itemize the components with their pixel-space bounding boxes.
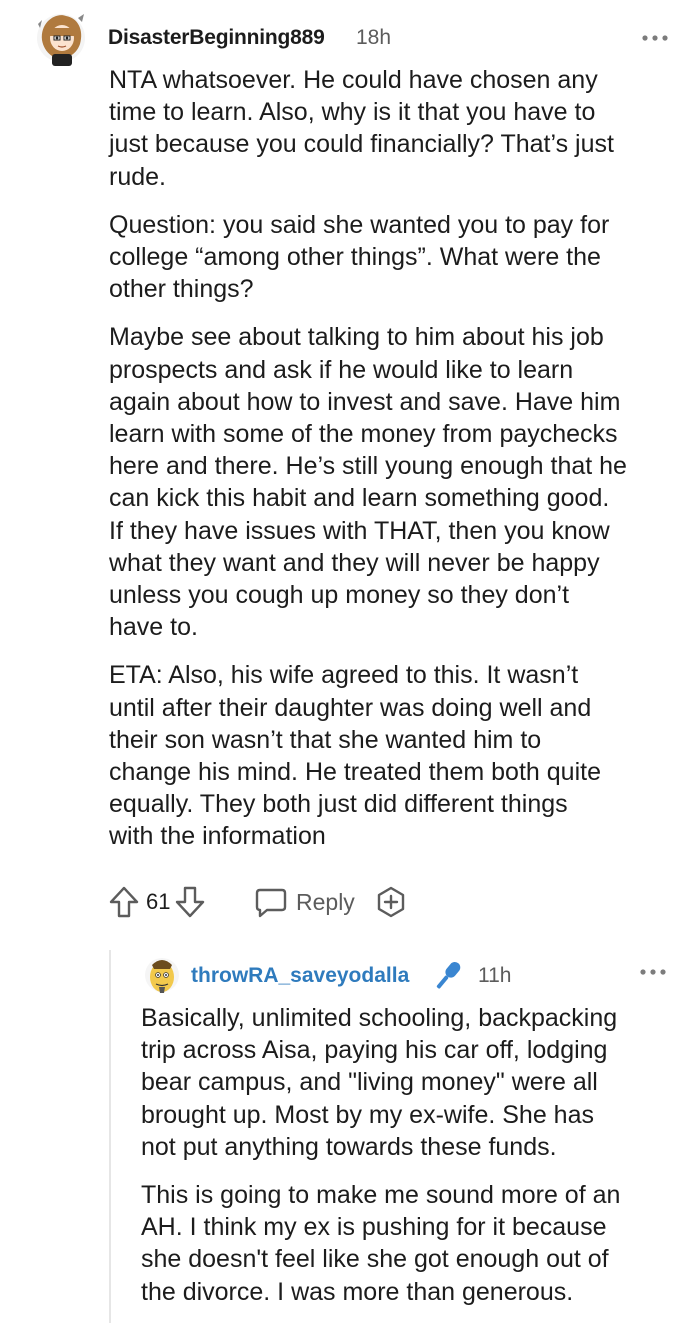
award-plus-icon (377, 886, 405, 918)
user-avatar-icon[interactable] (143, 953, 181, 999)
comment-timestamp: 18h (356, 26, 392, 49)
more-options-icon[interactable] (638, 960, 668, 984)
award-button[interactable] (374, 884, 408, 920)
comment-action-bar: 61 Reply (108, 884, 668, 920)
more-options-icon[interactable] (640, 26, 670, 50)
upvote-arrow-icon[interactable] (108, 885, 140, 919)
comment-paragraph: Question: you said she wanted you to pay… (109, 210, 610, 304)
user-avatar-icon[interactable] (34, 10, 88, 70)
reply-timestamp: 11h (478, 964, 512, 987)
microphone-icon (436, 962, 461, 989)
comment-paragraph: ETA: Also, his wife agreed to this. It w… (109, 661, 601, 851)
reply-body: Basically, unlimited schooling, backpack… (141, 1002, 681, 1324)
downvote-arrow-icon[interactable] (174, 885, 206, 919)
vote-count: 61 (146, 889, 171, 914)
reply-bubble-icon (255, 888, 287, 918)
reply-paragraph: Basically, unlimited schooling, backpack… (141, 1004, 618, 1161)
thread-line[interactable] (109, 950, 111, 1323)
vote-group: 61 (108, 884, 206, 920)
reply-username[interactable]: throwRA_saveyodalla (191, 964, 409, 988)
comment-paragraph: Maybe see about talking to him about his… (109, 323, 627, 642)
comment-body: NTA whatsoever. He could have chosen any… (109, 64, 679, 869)
reply-label: Reply (296, 888, 355, 915)
comment-paragraph: NTA whatsoever. He could have chosen any… (109, 66, 614, 191)
comment-username[interactable]: DisasterBeginning889 (108, 26, 325, 50)
reply-paragraph: This is going to make me sound more of a… (141, 1181, 621, 1306)
reply-button[interactable]: Reply (254, 884, 355, 920)
